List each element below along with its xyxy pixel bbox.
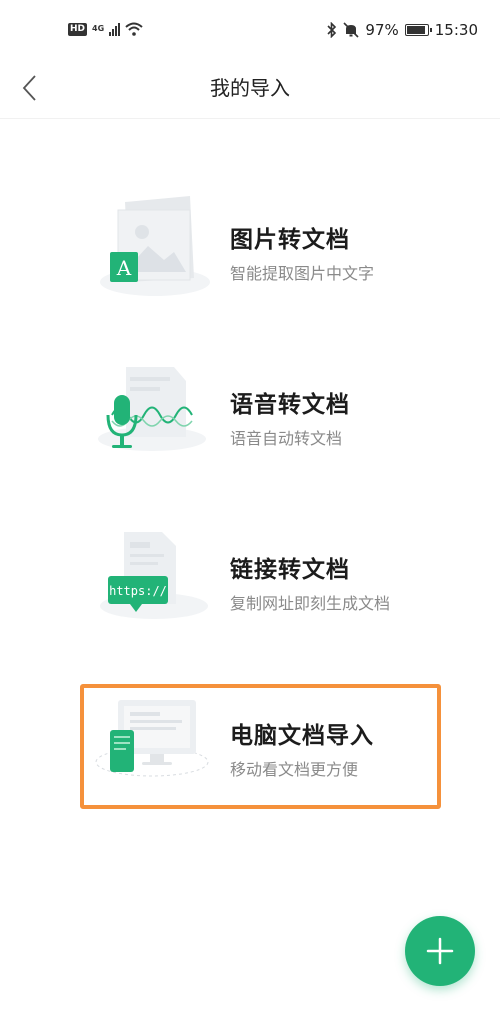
https-badge: https:// <box>109 584 167 598</box>
option-subtitle: 语音自动转文档 <box>230 429 343 448</box>
battery-fill <box>406 26 426 34</box>
option-title: 图片转文档 <box>230 227 350 253</box>
add-button[interactable] <box>405 916 475 986</box>
letter-a-badge: A <box>116 256 132 280</box>
wifi-icon <box>125 22 143 36</box>
option-title: 语音转文档 <box>230 392 350 418</box>
hd-badge: HD <box>68 22 88 36</box>
highlight-box <box>80 684 441 809</box>
link-doc-illustration: https:// <box>100 532 208 619</box>
image-to-doc-option[interactable]: A 图片转文档 智能提取图片中文字 <box>90 190 430 310</box>
link-to-doc-option[interactable]: https:// 链接转文档 复制网址即刻生成文档 <box>90 520 430 640</box>
option-subtitle: 复制网址即刻生成文档 <box>230 594 391 613</box>
battery-icon <box>404 24 432 36</box>
network-label: 4G <box>92 24 105 33</box>
voice-to-doc-option[interactable]: 语音转文档 语音自动转文档 <box>90 355 430 475</box>
page-title: 我的导入 <box>210 76 290 100</box>
microphone-doc-illustration <box>98 367 206 451</box>
option-subtitle: 智能提取图片中文字 <box>230 264 375 283</box>
signal-icon <box>109 22 121 36</box>
status-left: HD 4G <box>68 22 143 36</box>
image-doc-illustration: A <box>100 196 210 296</box>
status-bar: HD 4G 97% 15:30 <box>0 0 500 62</box>
mute-icon <box>343 22 359 38</box>
bluetooth-icon <box>327 22 337 38</box>
plus-icon <box>426 937 454 965</box>
header: 我的导入 <box>0 62 500 119</box>
clock: 15:30 <box>434 21 478 39</box>
option-title: 链接转文档 <box>230 557 350 583</box>
battery-percent: 97% <box>365 21 399 39</box>
status-right: 97% 15:30 <box>327 21 478 39</box>
